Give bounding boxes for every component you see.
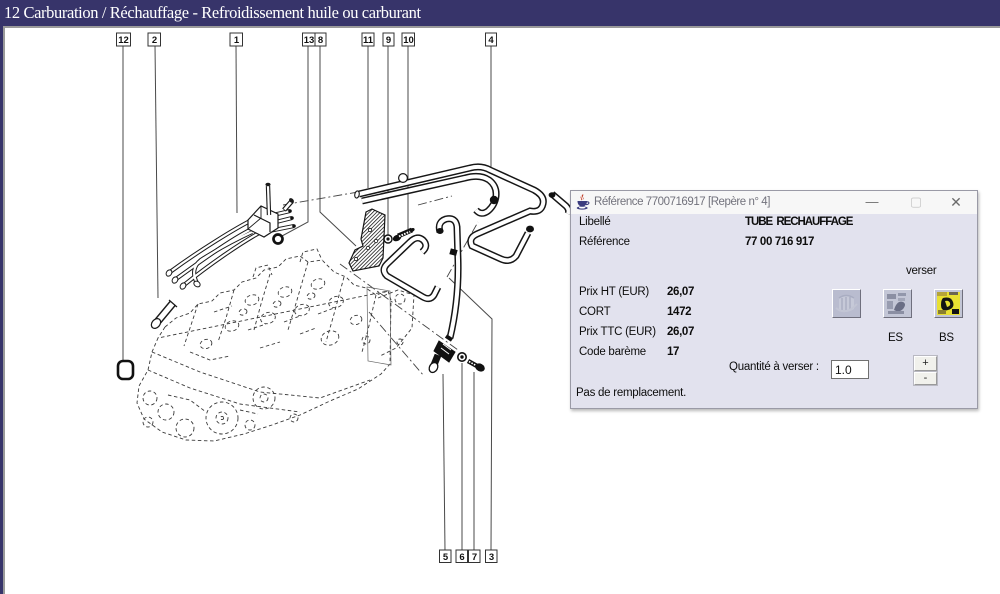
svg-text:9: 9 <box>386 35 391 46</box>
svg-text:2: 2 <box>152 35 157 46</box>
svg-text:5: 5 <box>443 552 449 563</box>
svg-text:3: 3 <box>489 552 494 563</box>
svg-text:6: 6 <box>459 552 464 563</box>
svg-text:12: 12 <box>118 35 129 46</box>
svg-text:8: 8 <box>318 35 323 46</box>
svg-text:7: 7 <box>472 552 477 563</box>
svg-text:13: 13 <box>304 35 315 46</box>
svg-text:4: 4 <box>488 35 494 46</box>
svg-text:11: 11 <box>363 35 374 46</box>
svg-text:1: 1 <box>234 35 240 46</box>
svg-text:10: 10 <box>403 35 414 46</box>
